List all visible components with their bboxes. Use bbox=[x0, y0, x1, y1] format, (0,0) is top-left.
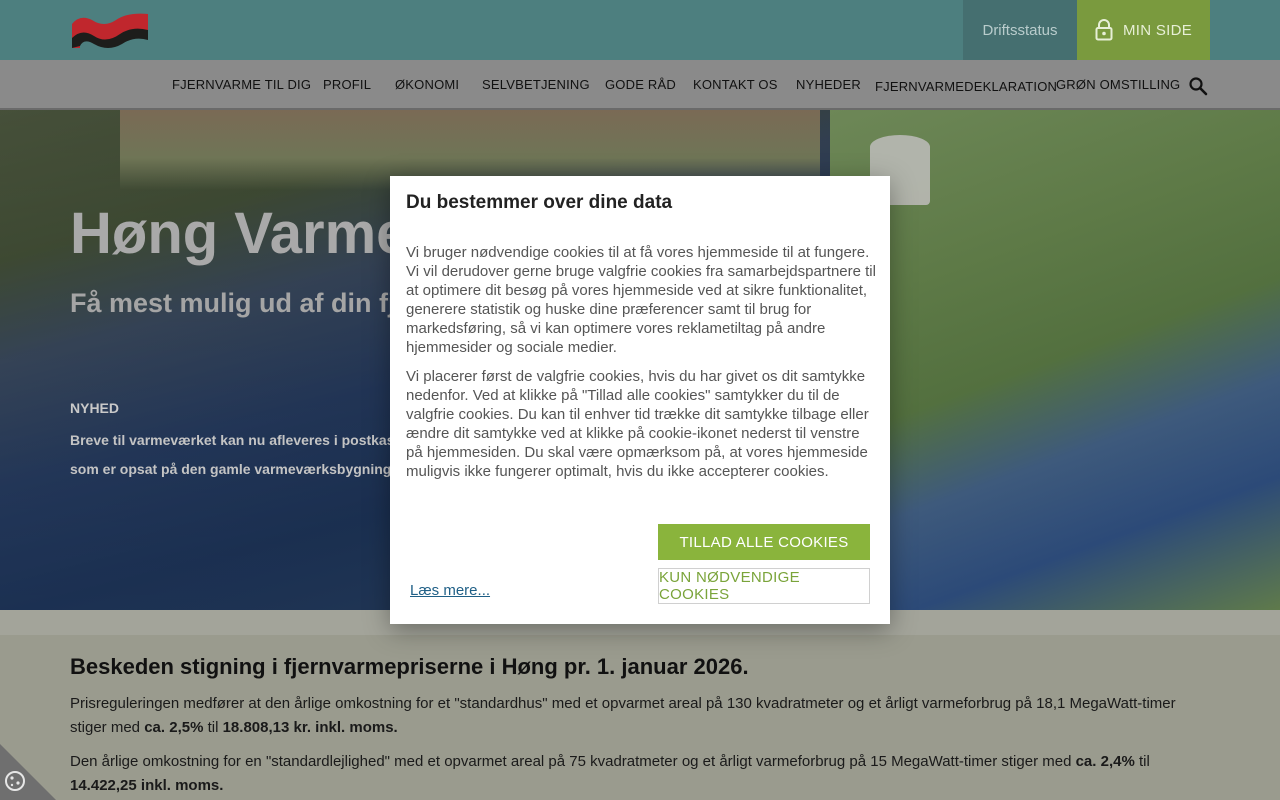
cookie-dialog-paragraph-2: Vi placerer først de valgfrie cookies, h… bbox=[406, 368, 869, 480]
hong-varmevaerk-logo[interactable] bbox=[70, 10, 150, 50]
article-p1-til: til bbox=[203, 719, 223, 736]
article-p1-amount: 18.808,13 kr. inkl. moms. bbox=[222, 719, 398, 736]
nav-item-gron-omstilling[interactable]: GRØN OMSTILLING bbox=[1056, 60, 1180, 108]
nav-item-selvbetjening[interactable]: SELVBETJENING bbox=[482, 60, 590, 108]
nav-item-profil[interactable]: PROFIL bbox=[323, 60, 371, 108]
cookie-consent-dialog: Du bestemmer over dine data Vi bruger nø… bbox=[390, 176, 890, 624]
nav-item-fjernvarmedeklaration[interactable]: FJERNVARMEDEKLARATION bbox=[875, 62, 1057, 110]
news-article-section: Beskeden stigning i fjernvarmepriserne i… bbox=[0, 610, 1280, 800]
article-paragraph-1: Prisreguleringen medfører at den årlige … bbox=[70, 692, 1210, 740]
article-paragraph-2: Den årlige omkostning for en "standardle… bbox=[70, 750, 1210, 798]
driftsstatus-link[interactable]: Driftsstatus bbox=[963, 0, 1077, 60]
cookie-settings-icon[interactable] bbox=[0, 744, 56, 800]
hero-news-line-2: som er opsat på den gamle varmeværksbygn… bbox=[70, 461, 400, 477]
nav-item-okonomi[interactable]: ØKONOMI bbox=[395, 60, 459, 108]
article-p2-til: til bbox=[1134, 753, 1150, 770]
hero-news-text[interactable]: Breve til varmeværket kan nu afleveres i… bbox=[70, 426, 400, 486]
article-p1-percent: ca. 2,5% bbox=[144, 719, 204, 736]
necessary-cookies-only-button[interactable]: KUN NØDVENDIGE COOKIES bbox=[658, 568, 870, 604]
article-title: Beskeden stigning i fjernvarmepriserne i… bbox=[70, 654, 749, 679]
allow-all-cookies-button[interactable]: TILLAD ALLE COOKIES bbox=[658, 524, 870, 560]
main-navigation: FJERNVARME TIL DIG PROFIL ØKONOMI SELVBE… bbox=[0, 60, 1280, 110]
article-p2-amount: 14.422,25 inkl. moms. bbox=[70, 777, 224, 794]
cookie-dialog-title: Du bestemmer over dine data bbox=[406, 192, 673, 213]
nav-item-nyheder[interactable]: NYHEDER bbox=[796, 60, 861, 108]
top-bar: Driftsstatus MIN SIDE bbox=[0, 0, 1280, 60]
search-icon[interactable] bbox=[1188, 76, 1208, 96]
min-side-label: MIN SIDE bbox=[1122, 21, 1193, 39]
hero-news-label: NYHED bbox=[70, 400, 120, 416]
hero-title: Høng Varmev bbox=[70, 201, 441, 266]
nav-item-fjernvarme-til-dig[interactable]: FJERNVARME TIL DIG bbox=[172, 60, 311, 108]
article-p2-percent: ca. 2,4% bbox=[1075, 753, 1135, 770]
lock-icon bbox=[1095, 19, 1113, 41]
driftsstatus-label: Driftsstatus bbox=[982, 21, 1058, 39]
nav-item-gode-raad[interactable]: GODE RÅD bbox=[605, 60, 676, 108]
read-more-link[interactable]: Læs mere... bbox=[410, 582, 490, 599]
article-p2-text: Den årlige omkostning for en "standardle… bbox=[70, 753, 1076, 770]
hero-news-line-1: Breve til varmeværket kan nu afleveres i… bbox=[70, 432, 400, 448]
cookie-dialog-paragraph-1: Vi bruger nødvendige cookies til at få v… bbox=[406, 244, 876, 356]
hero-subtitle: Få mest mulig ud af din fjer bbox=[70, 288, 422, 318]
min-side-button[interactable]: MIN SIDE bbox=[1077, 0, 1210, 60]
nav-item-kontakt-os[interactable]: KONTAKT OS bbox=[693, 60, 778, 108]
